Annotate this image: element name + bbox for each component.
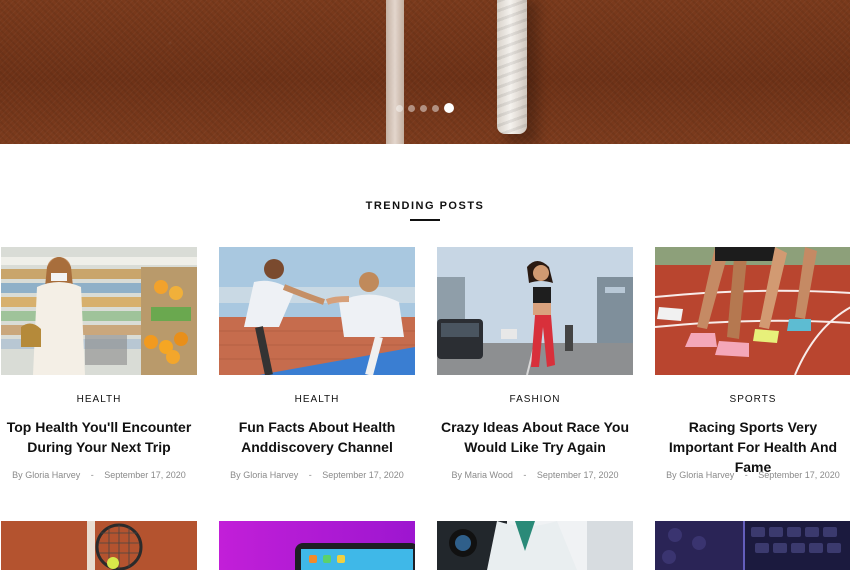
meta-separator: - xyxy=(90,470,94,480)
author-prefix: By xyxy=(666,470,677,480)
hero-court-line xyxy=(386,0,404,144)
section-title-underline xyxy=(410,219,440,221)
section-title: TRENDING POSTS xyxy=(365,200,485,212)
post-card: HEALTH Fun Facts About Health Anddiscove… xyxy=(219,247,415,497)
post-author[interactable]: Gloria Harvey xyxy=(679,470,734,480)
slider-dot-4[interactable] xyxy=(432,104,439,112)
slider-dot-1[interactable] xyxy=(396,104,403,112)
post-thumbnail[interactable] xyxy=(655,247,850,375)
hero-image-texture xyxy=(0,0,850,144)
post-thumbnail[interactable] xyxy=(437,247,633,375)
post-category[interactable]: FASHION xyxy=(437,394,633,405)
post-thumbnail[interactable] xyxy=(219,247,415,375)
slider-dot-2[interactable] xyxy=(408,104,415,112)
post-meta: By Maria Wood - September 17, 2020 xyxy=(437,470,633,480)
meta-separator: - xyxy=(308,470,312,480)
post-category[interactable]: HEALTH xyxy=(1,394,197,405)
post-meta: By Gloria Harvey - September 17, 2020 xyxy=(655,470,850,480)
post-card: HEALTH Top Health You'll Encounter Durin… xyxy=(1,247,197,497)
post-thumbnail[interactable] xyxy=(219,521,415,570)
post-category[interactable]: HEALTH xyxy=(219,394,415,405)
post-card: SPORTS Racing Sports Very Important For … xyxy=(655,247,850,497)
author-prefix: By xyxy=(12,470,23,480)
post-meta: By Gloria Harvey - September 17, 2020 xyxy=(1,470,197,480)
post-thumbnail[interactable] xyxy=(1,247,197,375)
slider-dot-3[interactable] xyxy=(420,104,427,112)
post-date[interactable]: September 17, 2020 xyxy=(322,470,404,480)
post-thumbnail[interactable] xyxy=(655,521,850,570)
post-author[interactable]: Gloria Harvey xyxy=(25,470,80,480)
slider-pagination xyxy=(0,102,850,114)
post-title[interactable]: Top Health You'll Encounter During Your … xyxy=(1,417,197,457)
post-title[interactable]: Crazy Ideas About Race You Would Like Tr… xyxy=(437,417,633,457)
post-date[interactable]: September 17, 2020 xyxy=(537,470,619,480)
hero-slider[interactable] xyxy=(0,0,850,144)
post-category[interactable]: SPORTS xyxy=(655,394,850,405)
post-thumbnail[interactable] xyxy=(1,521,197,570)
post-thumbnail[interactable] xyxy=(437,521,633,570)
meta-separator: - xyxy=(744,470,748,480)
post-title[interactable]: Racing Sports Very Important For Health … xyxy=(655,417,850,477)
post-date[interactable]: September 17, 2020 xyxy=(104,470,186,480)
meta-separator: - xyxy=(523,470,527,480)
post-author[interactable]: Maria Wood xyxy=(465,470,513,480)
slider-dot-5-active[interactable] xyxy=(444,103,454,113)
author-prefix: By xyxy=(230,470,241,480)
post-card: FASHION Crazy Ideas About Race You Would… xyxy=(437,247,633,497)
post-meta: By Gloria Harvey - September 17, 2020 xyxy=(219,470,415,480)
post-date[interactable]: September 17, 2020 xyxy=(758,470,840,480)
post-title[interactable]: Fun Facts About Health Anddiscovery Chan… xyxy=(219,417,415,457)
post-author[interactable]: Gloria Harvey xyxy=(243,470,298,480)
author-prefix: By xyxy=(451,470,463,480)
